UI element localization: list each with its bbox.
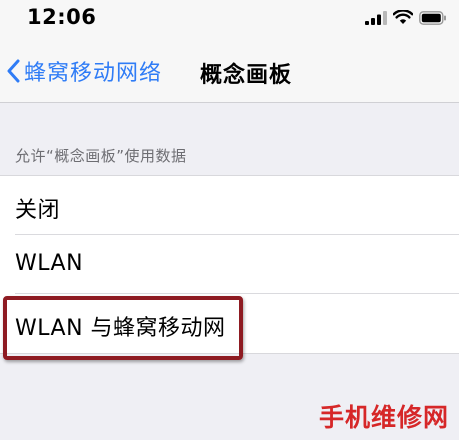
page-title: 概念画板 — [200, 63, 293, 88]
option-label: 关闭 — [15, 198, 61, 223]
highlight-annotation — [3, 296, 243, 360]
option-wlan[interactable]: WLAN — [0, 235, 459, 294]
option-off[interactable]: 关闭 — [0, 176, 459, 235]
navigation-bar: 蜂窝移动网络 概念画板 — [0, 40, 459, 103]
back-button[interactable]: 蜂窝移动网络 — [6, 54, 162, 88]
back-chevron-icon — [7, 59, 20, 83]
option-label: WLAN — [15, 251, 84, 276]
status-time: 12:06 — [27, 5, 97, 29]
wifi-icon — [393, 10, 413, 24]
watermark: 手机维修网 — [318, 403, 449, 432]
status-bar: 12:06 — [0, 0, 459, 40]
back-label: 蜂窝移动网络 — [24, 61, 163, 86]
signal-icon — [365, 11, 387, 25]
section-header: 允许“概念画板”使用数据 — [15, 147, 187, 165]
battery-icon — [419, 11, 446, 25]
